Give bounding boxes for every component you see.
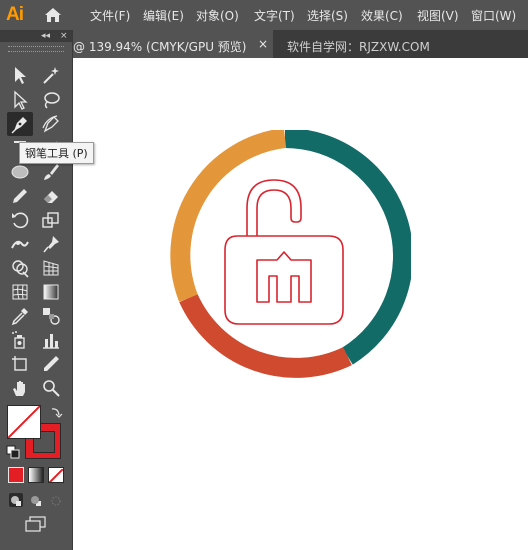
shape-builder-tool-icon[interactable] xyxy=(7,256,33,280)
collapse-panel-icon[interactable]: ◂◂ xyxy=(41,30,50,42)
draw-normal-icon[interactable] xyxy=(9,493,23,507)
eraser-tool-icon[interactable] xyxy=(38,184,64,208)
home-icon[interactable] xyxy=(44,6,62,24)
menu-bar: Ai 文件(F) 编辑(E) 对象(O) 文字(T) 选择(S) 效果(C) 视… xyxy=(0,0,528,30)
perspective-grid-tool-icon[interactable] xyxy=(38,256,64,280)
document-tab-active[interactable]: @ 139.94% (CMYK/GPU 预览) × xyxy=(73,30,273,58)
tools-panel: ◂◂ × xyxy=(0,30,73,550)
slice-tool-icon[interactable] xyxy=(38,352,64,376)
curvature-tool-icon[interactable] xyxy=(38,112,64,136)
eyedropper-tool-icon[interactable] xyxy=(7,304,33,328)
column-graph-tool-icon[interactable] xyxy=(38,328,64,352)
ring-segments xyxy=(170,130,411,378)
mesh-tool-icon[interactable] xyxy=(7,280,33,304)
default-fill-stroke-icon[interactable] xyxy=(6,444,20,459)
lock-logo-artwork[interactable] xyxy=(159,130,411,382)
menu-edit[interactable]: 编辑(E) xyxy=(143,7,184,24)
app-logo: Ai xyxy=(6,4,24,25)
none-mode-button[interactable] xyxy=(48,467,64,483)
draw-inside-icon[interactable] xyxy=(49,493,63,507)
menu-view[interactable]: 视图(V) xyxy=(417,7,459,24)
puppet-warp-tool-icon[interactable] xyxy=(38,232,64,256)
close-tab-icon[interactable]: × xyxy=(258,37,268,51)
pen-tool-tooltip: 钢笔工具 (P) xyxy=(19,142,94,164)
rotate-tool-icon[interactable] xyxy=(7,208,33,232)
document-tab-second-title[interactable]: 软件自学网：RJZXW.COM xyxy=(287,38,430,55)
fill-swatch[interactable] xyxy=(7,405,41,439)
lasso-tool-icon[interactable] xyxy=(38,88,64,112)
artboard-canvas[interactable] xyxy=(73,58,528,550)
blend-tool-icon[interactable] xyxy=(38,304,64,328)
pen-tool-icon[interactable] xyxy=(7,112,33,136)
hand-tool-icon[interactable] xyxy=(7,376,33,400)
panel-header: ◂◂ × xyxy=(0,30,72,42)
menu-select[interactable]: 选择(S) xyxy=(307,7,348,24)
selection-tool-icon[interactable] xyxy=(7,63,33,87)
gradient-mode-button[interactable] xyxy=(28,467,44,483)
artboard-tool-icon[interactable] xyxy=(7,352,33,376)
close-panel-icon[interactable]: × xyxy=(60,30,68,42)
color-mode-button[interactable] xyxy=(8,467,24,483)
gradient-tool-icon[interactable] xyxy=(38,280,64,304)
menu-window[interactable]: 窗口(W) xyxy=(471,7,516,24)
menu-type[interactable]: 文字(T) xyxy=(254,7,295,24)
menu-effect[interactable]: 效果(C) xyxy=(361,7,403,24)
symbol-sprayer-tool-icon[interactable] xyxy=(7,328,33,352)
document-tab-bar: @ 139.94% (CMYK/GPU 预览) × 软件自学网：RJZXW.CO… xyxy=(73,30,528,58)
ring-segment-red xyxy=(179,293,352,378)
pencil-tool-icon[interactable] xyxy=(7,184,33,208)
scale-tool-icon[interactable] xyxy=(38,208,64,232)
swap-fill-stroke-icon[interactable] xyxy=(49,404,63,418)
zoom-tool-icon[interactable] xyxy=(38,376,64,400)
document-tab-title: @ 139.94% (CMYK/GPU 预览) xyxy=(73,40,247,54)
width-tool-icon[interactable] xyxy=(7,232,33,256)
magic-wand-tool-icon[interactable] xyxy=(38,63,64,87)
menu-object[interactable]: 对象(O) xyxy=(196,7,239,24)
ring-segment-orange xyxy=(170,130,287,302)
direct-selection-tool-icon[interactable] xyxy=(7,88,33,112)
panel-grip[interactable] xyxy=(8,46,64,52)
menu-file[interactable]: 文件(F) xyxy=(90,7,130,24)
draw-behind-icon[interactable] xyxy=(29,493,43,507)
screen-mode-icon[interactable] xyxy=(25,516,47,532)
padlock-icon xyxy=(224,179,344,325)
